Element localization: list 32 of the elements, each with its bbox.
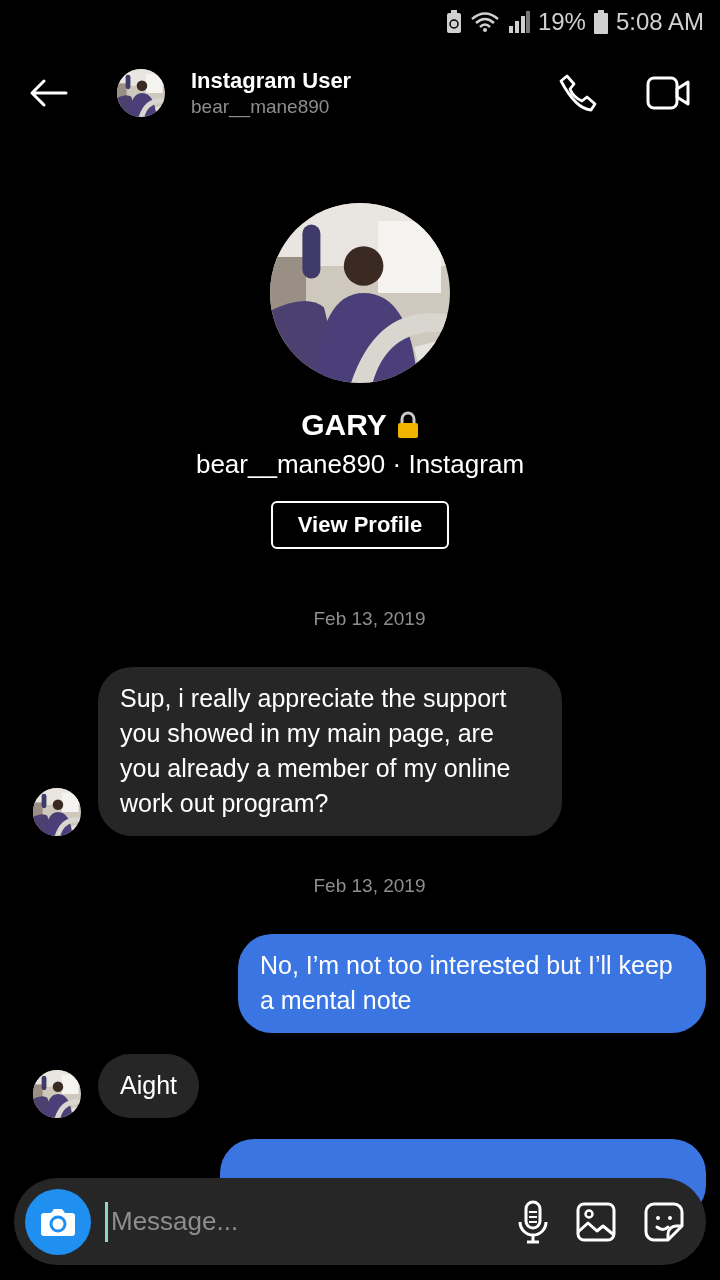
back-button[interactable] <box>28 78 68 108</box>
sticker-button[interactable] <box>644 1201 684 1242</box>
message-field[interactable]: Message... <box>14 1178 706 1265</box>
clock: 5:08 AM <box>615 8 704 36</box>
microphone-icon <box>518 1199 548 1244</box>
image-icon <box>576 1201 616 1242</box>
video-call-button[interactable] <box>646 76 690 110</box>
profile-name: GARY <box>301 408 387 442</box>
profile-handle: bear__mane890 · Instagram <box>195 449 525 480</box>
voice-button[interactable] <box>518 1199 548 1244</box>
battery-saver-icon <box>445 10 462 34</box>
camera-button[interactable] <box>25 1188 91 1255</box>
date-separator: Feb 13, 2019 <box>312 875 427 897</box>
battery-icon <box>593 10 608 34</box>
call-button[interactable] <box>558 73 598 113</box>
battery-percent: 19% <box>537 8 586 36</box>
chat-title: Instagram User <box>191 68 353 94</box>
message-input[interactable]: Message... <box>105 1201 518 1242</box>
sticker-icon <box>644 1201 684 1242</box>
wifi-icon <box>469 11 500 33</box>
message-bubble: Sup, i really appreciate the support you showed in my main page, are you already a member of my online work out program? <box>98 667 562 836</box>
message-bubble: Aight <box>98 1054 199 1118</box>
message-bubble: No, I’m not too interested but I’ll keep a mental note <box>238 934 706 1033</box>
view-profile-button[interactable]: View Profile <box>271 501 449 549</box>
date-separator: Feb 13, 2019 <box>312 608 427 630</box>
signal-icon <box>507 11 530 33</box>
phone-icon <box>558 73 598 113</box>
back-arrow-icon <box>28 78 68 108</box>
video-camera-icon <box>646 76 690 110</box>
chat-username: bear__mane890 <box>191 96 331 118</box>
camera-icon <box>40 1206 76 1237</box>
gallery-button[interactable] <box>576 1201 616 1242</box>
